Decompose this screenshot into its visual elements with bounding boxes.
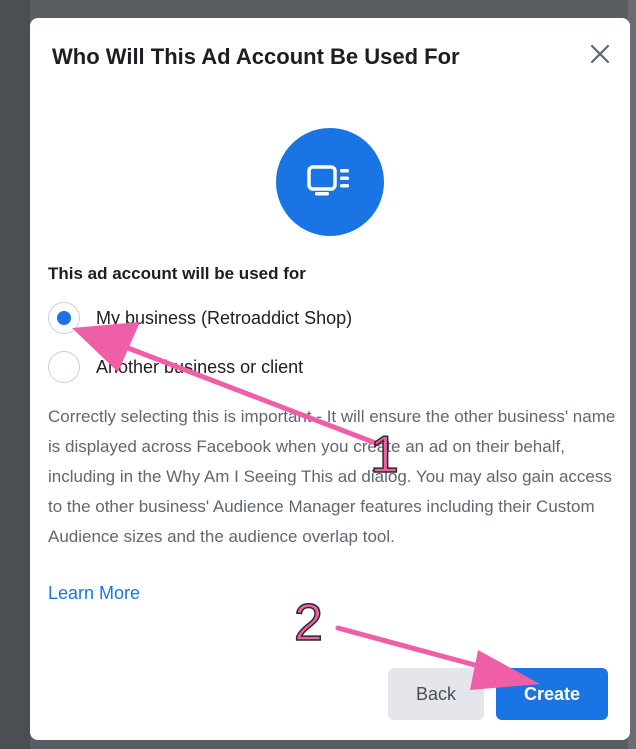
back-button[interactable]: Back <box>388 668 484 720</box>
radio-selected-dot <box>57 311 71 325</box>
option-another-business-label: Another business or client <box>96 356 304 377</box>
radio-my-business[interactable] <box>48 302 80 334</box>
close-icon <box>590 44 610 64</box>
learn-more-link[interactable]: Learn More <box>48 583 140 604</box>
ad-account-icon <box>276 128 384 236</box>
description-text: Correctly selecting this is important - … <box>48 407 616 546</box>
ad-account-dialog: Who Will This Ad Account Be Used For Thi… <box>30 18 630 740</box>
dialog-title: Who Will This Ad Account Be Used For <box>52 44 460 69</box>
page-backdrop <box>0 0 30 749</box>
usage-section-label: This ad account will be used for <box>48 264 306 283</box>
option-my-business[interactable]: My business (Retroaddict Shop) <box>48 302 352 334</box>
option-my-business-label: My business (Retroaddict Shop) <box>96 307 353 328</box>
close-button[interactable] <box>586 40 614 68</box>
radio-another-business[interactable] <box>48 351 80 383</box>
option-another-business[interactable]: Another business or client <box>48 351 303 383</box>
create-button[interactable]: Create <box>496 668 608 720</box>
